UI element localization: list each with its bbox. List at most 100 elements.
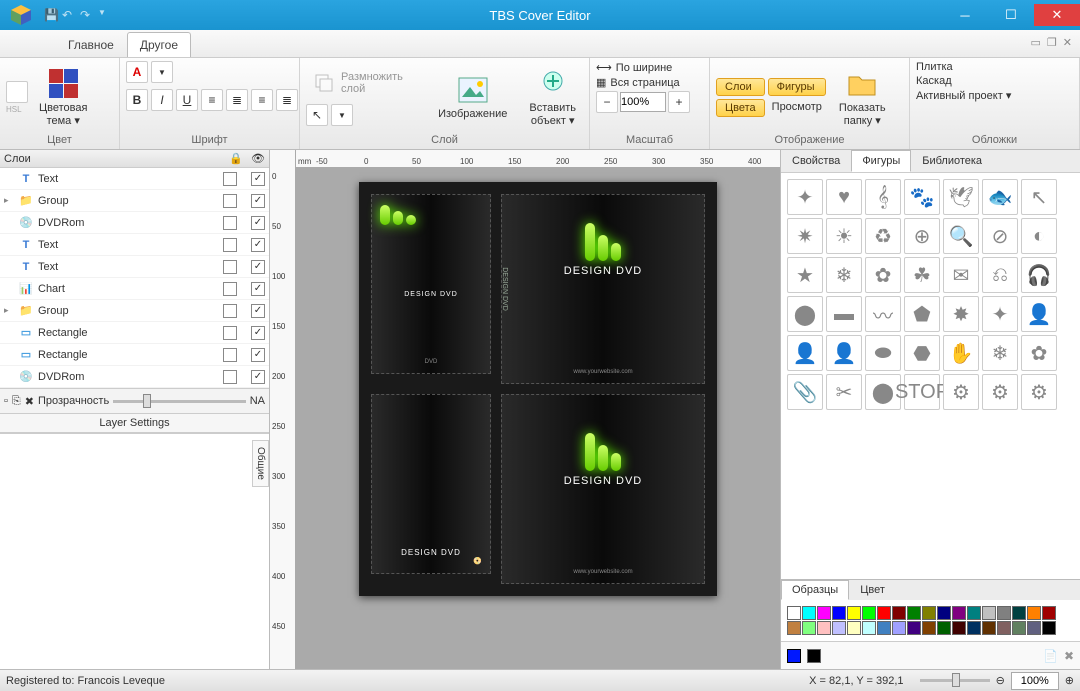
shape-item[interactable]: ★ bbox=[787, 257, 823, 293]
layer-row[interactable]: ▭Rectangle✓ bbox=[0, 322, 269, 344]
shape-item[interactable]: ✦ bbox=[982, 296, 1018, 332]
layer-visible-checkbox[interactable]: ✓ bbox=[251, 370, 265, 384]
shape-item[interactable]: ☘ bbox=[904, 257, 940, 293]
shape-item[interactable]: 🕊 bbox=[943, 179, 979, 215]
multiply-layer-button[interactable]: Размножить слой bbox=[306, 68, 423, 98]
layer-new-icon[interactable]: ▫ bbox=[4, 395, 8, 407]
color-swatch[interactable] bbox=[907, 606, 921, 620]
color-swatch[interactable] bbox=[877, 606, 891, 620]
layer-lock-checkbox[interactable] bbox=[223, 238, 237, 252]
shape-item[interactable]: 📎 bbox=[787, 374, 823, 410]
layer-visible-checkbox[interactable]: ✓ bbox=[251, 194, 265, 208]
mdi-close-icon[interactable]: ✕ bbox=[1063, 36, 1072, 49]
shape-item[interactable]: ⊕ bbox=[904, 218, 940, 254]
layer-lock-checkbox[interactable] bbox=[223, 326, 237, 340]
layer-visible-checkbox[interactable]: ✓ bbox=[251, 238, 265, 252]
align-left-button[interactable]: ≡ bbox=[201, 89, 223, 111]
tab-other[interactable]: Другое bbox=[127, 32, 191, 57]
layer-visible-checkbox[interactable]: ✓ bbox=[251, 260, 265, 274]
layer-visible-checkbox[interactable]: ✓ bbox=[251, 326, 265, 340]
shape-item[interactable]: ♥ bbox=[826, 179, 862, 215]
layer-row[interactable]: TText✓ bbox=[0, 168, 269, 190]
minimize-button[interactable]: ─ bbox=[942, 4, 988, 26]
close-button[interactable]: ✕ bbox=[1034, 4, 1080, 26]
color-swatch[interactable] bbox=[922, 606, 936, 620]
align-right-button[interactable]: ≡ bbox=[251, 89, 273, 111]
layer-visible-checkbox[interactable]: ✓ bbox=[251, 172, 265, 186]
shape-item[interactable]: ⚙ bbox=[943, 374, 979, 410]
layer-row[interactable]: 💿DVDRom✓ bbox=[0, 366, 269, 388]
maximize-button[interactable]: ☐ bbox=[988, 4, 1034, 26]
color-swatch[interactable] bbox=[817, 621, 831, 635]
color-swatch[interactable] bbox=[982, 606, 996, 620]
layer-lock-checkbox[interactable] bbox=[223, 194, 237, 208]
color-swatch[interactable] bbox=[997, 606, 1011, 620]
shape-item[interactable]: ✋ bbox=[943, 335, 979, 371]
layer-visible-checkbox[interactable]: ✓ bbox=[251, 216, 265, 230]
color-swatch[interactable] bbox=[997, 621, 1011, 635]
shape-item[interactable]: ✿ bbox=[1021, 335, 1057, 371]
image-button[interactable]: Изображение bbox=[431, 71, 514, 123]
color-swatch[interactable] bbox=[877, 621, 891, 635]
color-swatch[interactable] bbox=[1042, 606, 1056, 620]
properties-tab-general[interactable]: Общие bbox=[252, 440, 269, 487]
color-swatch[interactable] bbox=[952, 606, 966, 620]
shape-item[interactable]: ✸ bbox=[943, 296, 979, 332]
color-swatch[interactable] bbox=[982, 621, 996, 635]
font-color-button[interactable]: A bbox=[126, 61, 148, 83]
zoom-out-button[interactable]: − bbox=[596, 91, 618, 113]
color-swatch[interactable] bbox=[832, 621, 846, 635]
layer-visible-checkbox[interactable]: ✓ bbox=[251, 304, 265, 318]
align-center-button[interactable]: ≣ bbox=[226, 89, 248, 111]
mdi-min-icon[interactable]: ▭ bbox=[1031, 36, 1041, 49]
qat-undo-icon[interactable]: ↶ bbox=[62, 8, 76, 22]
show-folder-button[interactable]: Показать папку ▾ bbox=[832, 65, 893, 130]
insert-object-button[interactable]: Вставить объект ▾ bbox=[522, 65, 583, 130]
qat-save-icon[interactable]: 💾 bbox=[44, 8, 58, 22]
color-swatch[interactable] bbox=[922, 621, 936, 635]
layer-visible-checkbox[interactable]: ✓ bbox=[251, 348, 265, 362]
toggle-colors-button[interactable]: Цвета bbox=[716, 99, 765, 117]
shape-item[interactable]: 🔍 bbox=[943, 218, 979, 254]
color-swatch[interactable] bbox=[967, 606, 981, 620]
layer-del-icon[interactable]: ✖ bbox=[25, 395, 34, 408]
layer-lock-checkbox[interactable] bbox=[223, 348, 237, 362]
layer-lock-checkbox[interactable] bbox=[223, 304, 237, 318]
layer-lock-checkbox[interactable] bbox=[223, 370, 237, 384]
secondary-color-icon[interactable] bbox=[807, 649, 821, 663]
current-color-icon[interactable] bbox=[787, 649, 801, 663]
color-swatch[interactable] bbox=[817, 606, 831, 620]
shape-item[interactable]: ⬣ bbox=[904, 335, 940, 371]
layer-visible-checkbox[interactable]: ✓ bbox=[251, 282, 265, 296]
color-swatch[interactable] bbox=[1042, 621, 1056, 635]
app-icon[interactable] bbox=[8, 2, 34, 28]
color-swatch[interactable] bbox=[802, 621, 816, 635]
shape-item[interactable]: ◐ bbox=[1021, 218, 1057, 254]
shape-item[interactable]: ⚙ bbox=[982, 374, 1018, 410]
layer-lock-checkbox[interactable] bbox=[223, 260, 237, 274]
layer-row[interactable]: ▸📁Group✓ bbox=[0, 300, 269, 322]
design-page[interactable]: DESIGN DVD DVD DESIGN DVD DESIGN DVD www… bbox=[359, 182, 717, 596]
color-swatch[interactable] bbox=[967, 621, 981, 635]
tab-shapes[interactable]: Фигуры bbox=[851, 150, 911, 172]
color-swatch[interactable] bbox=[802, 606, 816, 620]
shape-item[interactable]: ❄ bbox=[982, 335, 1018, 371]
shape-item[interactable]: ⊘ bbox=[982, 218, 1018, 254]
zoom-out-small-button[interactable]: ⊖ bbox=[996, 674, 1005, 687]
tab-library[interactable]: Библиотека bbox=[911, 150, 993, 172]
shape-item[interactable]: STOP bbox=[904, 374, 940, 410]
shape-item[interactable]: 🎧 bbox=[1021, 257, 1057, 293]
layer-row[interactable]: TText✓ bbox=[0, 234, 269, 256]
color-swatch[interactable] bbox=[862, 621, 876, 635]
zoom-in-button[interactable]: + bbox=[668, 91, 690, 113]
align-justify-button[interactable]: ≣ bbox=[276, 89, 298, 111]
zoom-in-small-button[interactable]: ⊕ bbox=[1065, 674, 1074, 687]
fill-color-icon[interactable] bbox=[6, 81, 28, 103]
shape-item[interactable]: ✂ bbox=[826, 374, 862, 410]
shape-item[interactable]: 🐾 bbox=[904, 179, 940, 215]
shape-item[interactable]: 👤 bbox=[787, 335, 823, 371]
color-swatch[interactable] bbox=[892, 606, 906, 620]
color-swatch[interactable] bbox=[1027, 606, 1041, 620]
zoom-value-input[interactable] bbox=[1011, 672, 1059, 690]
layer-settings-header[interactable]: Layer Settings bbox=[0, 414, 269, 433]
